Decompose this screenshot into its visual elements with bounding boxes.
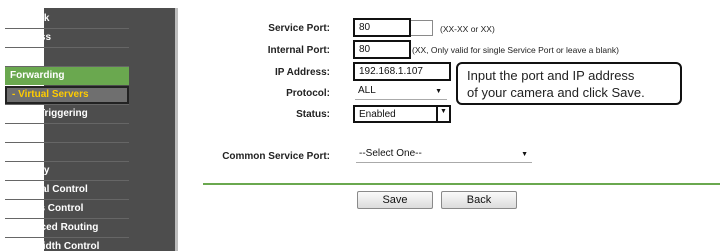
sidebar-item-dmz[interactable]: - DMZ <box>5 124 129 142</box>
service-port-input[interactable]: 80 <box>353 18 411 37</box>
service-port-hint: (XX-XX or XX) <box>440 24 495 34</box>
common-service-port-label: Common Service Port: <box>222 151 330 162</box>
status-select[interactable]: Enabled ▼ <box>353 105 451 123</box>
sidebar-edge <box>175 8 178 251</box>
ip-address-input[interactable]: 192.168.1.107 <box>353 62 451 81</box>
sidebar-item-security[interactable]: Security <box>5 162 129 180</box>
ip-address-label: IP Address: <box>274 67 330 78</box>
sidebar-item-parental-control[interactable]: Parental Control <box>5 181 129 199</box>
sidebar-item-port-triggering[interactable]: - Port Triggering <box>5 105 129 123</box>
instruction-callout: Input the port and IP address of your ca… <box>456 62 682 105</box>
back-button[interactable]: Back <box>441 191 517 209</box>
sidebar-item-wireless[interactable]: Wireless <box>5 29 129 47</box>
sidebar-item-access-control[interactable]: Access Control <box>5 200 129 218</box>
common-service-port-select[interactable]: --Select One-- ▼ <box>356 147 532 163</box>
internal-port-label: Internal Port: <box>267 45 330 56</box>
protocol-value: ALL <box>358 85 376 96</box>
status-label: Status: <box>296 109 330 120</box>
dropdown-arrow-icon: ▼ <box>521 151 528 158</box>
internal-port-hint: (XX, Only valid for single Service Port … <box>412 45 619 55</box>
sidebar-item-virtual-servers[interactable]: - Virtual Servers <box>5 86 129 104</box>
common-service-port-value: --Select One-- <box>359 148 422 159</box>
internal-port-input[interactable]: 80 <box>353 40 411 59</box>
sidebar-item-bandwidth-control[interactable]: Bandwidth Control <box>5 238 129 251</box>
sidebar-item-upnp[interactable]: - UPnP <box>5 143 129 161</box>
callout-line-2: of your camera and click Save. <box>467 85 645 100</box>
sidebar-item-advanced-routing[interactable]: Advanced Routing <box>5 219 129 237</box>
protocol-label: Protocol: <box>286 88 330 99</box>
callout-line-1: Input the port and IP address <box>467 68 635 83</box>
dropdown-arrow-icon: ▼ <box>440 108 447 115</box>
sidebar-item-network[interactable]: Network <box>5 10 129 28</box>
form-divider <box>203 183 720 185</box>
save-button[interactable]: Save <box>357 191 433 209</box>
status-value: Enabled <box>359 109 396 120</box>
protocol-select[interactable]: ALL ▼ <box>355 84 447 100</box>
sidebar-item-dhcp[interactable]: DHCP <box>5 48 129 66</box>
sidebar-item-forwarding[interactable]: Forwarding <box>5 67 129 85</box>
dropdown-arrow-icon: ▼ <box>435 88 442 95</box>
status-select-divider <box>436 105 438 123</box>
service-port-range-end-input[interactable] <box>411 20 433 36</box>
service-port-label: Service Port: <box>268 23 330 34</box>
